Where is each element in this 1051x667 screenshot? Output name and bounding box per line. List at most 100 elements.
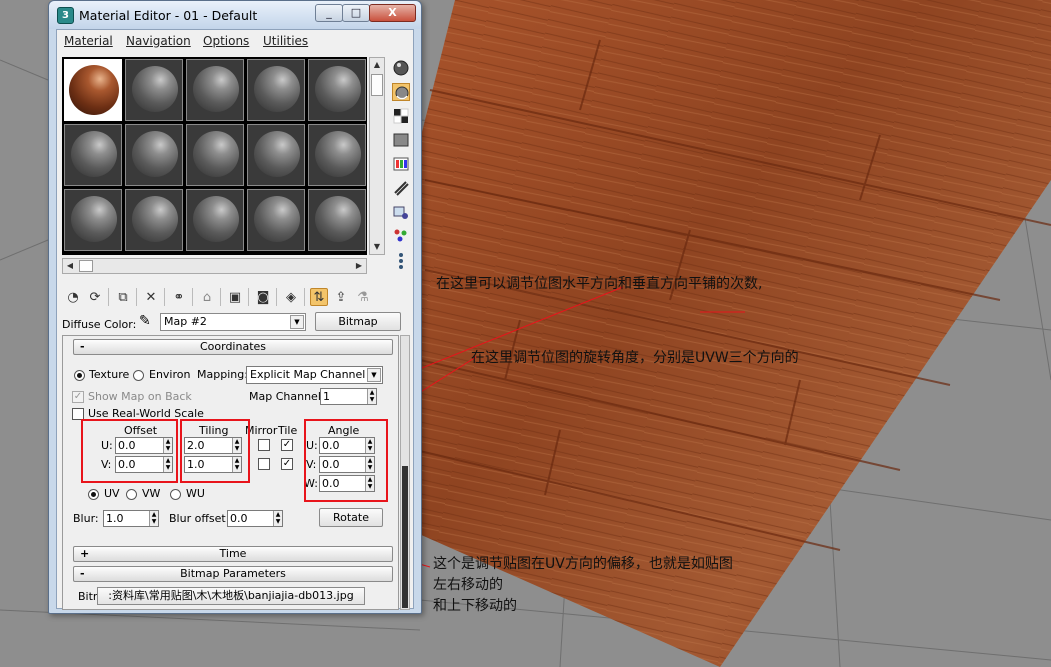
slots-horizontal-scrollbar[interactable]: ◀ ▶	[62, 258, 367, 274]
backlight-icon[interactable]	[392, 83, 410, 101]
side-toolbar	[390, 57, 412, 281]
menu-options[interactable]: Options	[203, 34, 249, 48]
go-forward-to-sibling-icon[interactable]: ⇪	[332, 288, 350, 306]
mapping-dropdown[interactable]: Explicit Map Channel ▼	[246, 366, 383, 384]
eyedropper-icon[interactable]: ✎	[139, 313, 151, 329]
map-channel-spinner[interactable]: 1 ▲ ▼	[320, 388, 377, 405]
mirror-u-checkbox[interactable]	[258, 439, 270, 451]
put-to-library-icon[interactable]: ⌂	[198, 288, 216, 306]
material-sphere	[71, 196, 117, 242]
uv-radio[interactable]	[88, 489, 99, 500]
options-icon[interactable]	[392, 203, 410, 221]
coordinates-rollout-header[interactable]: - Coordinates	[73, 339, 393, 355]
map-type-button[interactable]: Bitmap	[315, 312, 401, 331]
blur-spinner[interactable]: 1.0 ▲ ▼	[103, 510, 159, 527]
vw-label: VW	[142, 487, 161, 500]
app-icon[interactable]: 3	[57, 7, 74, 24]
assign-to-selection-icon[interactable]: ⧉	[114, 288, 132, 306]
wu-radio[interactable]	[170, 489, 181, 500]
blur-offset-spinner[interactable]: 0.0 ▲ ▼	[227, 510, 283, 527]
annotation-angle: 在这里调节位图的旋转角度，分别是UVW三个方向的	[471, 350, 799, 366]
sample-slot[interactable]	[125, 124, 183, 186]
sample-type-icon[interactable]	[392, 59, 410, 77]
material-toolbar: ◔ ⟳ ⧉ ✕ ⚭ ⌂ ▣ ◙ ◈ ⇅ ⇪ ⚗	[62, 286, 412, 308]
maximize-button[interactable]: □	[342, 4, 370, 22]
show-map-in-viewport-icon[interactable]: ◙	[254, 288, 272, 306]
map-channel-label: Map Channel:	[249, 390, 325, 403]
chevron-down-icon[interactable]: ▼	[367, 368, 381, 382]
chevron-down-icon[interactable]: ▼	[290, 315, 304, 329]
tile-v-checkbox[interactable]: ✓	[281, 458, 293, 470]
material-navigator-icon[interactable]	[392, 251, 410, 269]
sample-slot[interactable]	[64, 189, 122, 251]
scroll-up-icon[interactable]: ▲	[370, 58, 384, 72]
select-by-material-icon[interactable]	[392, 227, 410, 245]
sample-slot[interactable]	[247, 189, 305, 251]
close-button[interactable]: X	[369, 4, 416, 22]
make-preview-icon[interactable]	[392, 179, 410, 197]
scroll-right-icon[interactable]: ▶	[352, 259, 366, 273]
make-unique-icon[interactable]: ⚭	[170, 288, 188, 306]
map-name-field[interactable]: Map #2 ▼	[160, 313, 306, 331]
scroll-thumb[interactable]	[402, 466, 408, 608]
reset-map-icon[interactable]: ✕	[142, 288, 160, 306]
show-end-result-icon[interactable]: ◈	[282, 288, 300, 306]
material-effects-channel-icon[interactable]: ▣	[226, 288, 244, 306]
menu-navigation[interactable]: Navigation	[126, 34, 191, 48]
scroll-left-icon[interactable]: ◀	[63, 259, 77, 273]
material-sphere	[132, 196, 178, 242]
environ-radio[interactable]	[133, 370, 144, 381]
time-rollout-header[interactable]: + Time	[73, 546, 393, 562]
scroll-thumb[interactable]	[371, 74, 383, 96]
sample-slot[interactable]	[308, 59, 366, 121]
scroll-down-icon[interactable]: ▼	[370, 240, 384, 254]
environ-label: Environ	[149, 368, 191, 381]
map-channel-value: 1	[323, 390, 330, 403]
sample-slot[interactable]	[247, 124, 305, 186]
material-sphere	[132, 131, 178, 177]
pick-material-icon[interactable]: ⚗	[354, 288, 372, 306]
bitmap-parameters-rollout-header[interactable]: - Bitmap Parameters	[73, 566, 393, 582]
sample-slot[interactable]	[308, 189, 366, 251]
annotation-tiling: 在这里可以调节位图水平方向和垂直方向平铺的次数,	[436, 276, 763, 292]
tile-u-checkbox[interactable]: ✓	[281, 439, 293, 451]
sample-slot[interactable]	[186, 124, 244, 186]
show-map-on-back-checkbox[interactable]: ✓	[72, 391, 84, 403]
sample-slot[interactable]	[125, 189, 183, 251]
video-color-check-icon[interactable]	[392, 155, 410, 173]
sample-slot[interactable]	[125, 59, 183, 121]
rollout-panel: - Coordinates Texture Environ Mapping: E…	[62, 335, 399, 610]
rollout-scrollbar[interactable]	[400, 335, 410, 610]
minimize-button[interactable]: _	[315, 4, 343, 22]
tiling-highlight-box	[180, 419, 250, 483]
put-to-scene-icon[interactable]: ⟳	[86, 288, 104, 306]
menu-material[interactable]: Material	[64, 34, 113, 48]
sample-slot[interactable]	[308, 124, 366, 186]
spinner-arrows-icon[interactable]: ▲ ▼	[273, 511, 282, 526]
material-sphere	[254, 131, 300, 177]
menu-utilities[interactable]: Utilities	[263, 34, 308, 48]
get-material-icon[interactable]: ◔	[64, 288, 82, 306]
scroll-thumb[interactable]	[79, 260, 93, 272]
spinner-arrows-icon[interactable]: ▲ ▼	[367, 389, 376, 404]
sample-slot[interactable]	[64, 59, 122, 121]
mapping-value: Explicit Map Channel	[250, 368, 366, 381]
slots-vertical-scrollbar[interactable]: ▲ ▼	[369, 57, 385, 255]
material-sphere	[193, 66, 239, 112]
rotate-button[interactable]: Rotate	[319, 508, 383, 527]
mirror-v-checkbox[interactable]	[258, 458, 270, 470]
sample-slot[interactable]	[247, 59, 305, 121]
sample-slot[interactable]	[64, 124, 122, 186]
sample-slot[interactable]	[186, 189, 244, 251]
uv-tiling-icon[interactable]	[392, 131, 410, 149]
bitmap-path-button[interactable]: :资料库\常用贴图\木\木地板\banjiajia-db013.jpg	[97, 587, 365, 605]
sample-slots	[62, 57, 367, 255]
vw-radio[interactable]	[126, 489, 137, 500]
background-icon[interactable]	[392, 107, 410, 125]
texture-radio[interactable]	[74, 370, 85, 381]
blur-value: 1.0	[106, 512, 124, 525]
spinner-arrows-icon[interactable]: ▲ ▼	[149, 511, 158, 526]
go-to-parent-icon[interactable]: ⇅	[310, 288, 328, 306]
title-bar[interactable]: 3 Material Editor - 01 - Default _ □ X	[49, 1, 421, 29]
sample-slot[interactable]	[186, 59, 244, 121]
